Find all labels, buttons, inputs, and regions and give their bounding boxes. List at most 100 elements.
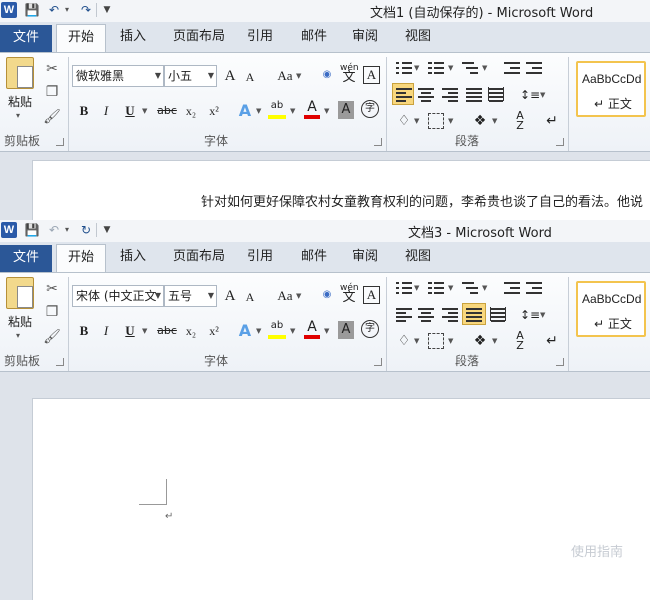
bullets-icon[interactable]	[396, 61, 412, 75]
highlight-button[interactable]: ab	[268, 99, 286, 119]
grow-font-button[interactable]: A	[222, 286, 238, 306]
tab-file[interactable]: 文件	[0, 25, 52, 52]
tab-page-layout[interactable]: 页面布局	[166, 24, 232, 52]
undo-icon[interactable]: ↶	[46, 2, 62, 18]
shading-dropdown-icon[interactable]: ▼	[414, 111, 419, 131]
align-center-icon[interactable]	[418, 87, 434, 102]
underline-dropdown-icon[interactable]: ▼	[142, 321, 147, 341]
tab-file[interactable]: 文件	[0, 245, 52, 272]
shrink-font-button[interactable]: A	[243, 287, 257, 307]
superscript-button[interactable]: x²	[205, 101, 223, 121]
tab-home[interactable]: 开始	[56, 24, 106, 53]
paragraph-launcher-icon[interactable]	[556, 358, 564, 366]
chinese-layout-icon[interactable]: ❖	[470, 331, 490, 351]
highlight-dropdown-icon[interactable]: ▼	[290, 101, 295, 121]
decrease-indent-icon[interactable]	[504, 61, 520, 75]
cut-icon[interactable]: ✂	[42, 59, 62, 79]
bullets-icon[interactable]	[396, 281, 412, 295]
justify-icon[interactable]	[466, 87, 482, 102]
multilevel-dropdown-icon[interactable]: ▼	[482, 278, 487, 298]
multilevel-dropdown-icon[interactable]: ▼	[482, 58, 487, 78]
bold-button[interactable]: B	[76, 101, 92, 121]
paragraph-launcher-icon[interactable]	[556, 138, 564, 146]
highlight-dropdown-icon[interactable]: ▼	[290, 321, 295, 341]
clipboard-launcher-icon[interactable]	[56, 358, 64, 366]
word-app-icon[interactable]: W	[1, 2, 17, 18]
increase-indent-icon[interactable]	[526, 61, 542, 75]
tab-references[interactable]: 引用	[240, 24, 280, 52]
character-border-button[interactable]: A	[363, 286, 380, 304]
shading-dropdown-icon[interactable]: ▼	[414, 331, 419, 351]
shading-icon[interactable]: ♢	[394, 111, 414, 131]
align-left-icon[interactable]	[396, 307, 412, 322]
numbering-dropdown-icon[interactable]: ▼	[448, 58, 453, 78]
tab-mailings[interactable]: 邮件	[294, 24, 334, 52]
change-case-button[interactable]: Aa	[274, 66, 296, 86]
shrink-font-button[interactable]: A	[243, 67, 257, 87]
document-page[interactable]: 针对如何更好保障农村女童教育权利的问题，李希贵也谈了自己的看法。他说	[32, 160, 650, 220]
tab-review[interactable]: 审阅	[345, 24, 385, 52]
bold-button[interactable]: B	[76, 321, 92, 341]
align-right-icon[interactable]	[442, 307, 458, 322]
line-spacing-dropdown-icon[interactable]: ▼	[540, 85, 545, 105]
save-icon[interactable]: 💾	[24, 2, 40, 18]
text-effects-icon[interactable]: A	[236, 101, 254, 121]
tab-view[interactable]: 视图	[398, 244, 438, 272]
font-size-combo[interactable]: 五号 ▼	[164, 285, 217, 307]
font-name-combo[interactable]: 微软雅黑 ▼	[72, 65, 164, 87]
save-icon[interactable]: 💾	[24, 222, 40, 238]
borders-dropdown-icon[interactable]: ▼	[448, 111, 453, 131]
sort-icon[interactable]: AZ	[510, 330, 530, 351]
tab-mailings[interactable]: 邮件	[294, 244, 334, 272]
style-normal[interactable]: AaBbCcDd ↵ 正文	[576, 281, 646, 337]
document-text[interactable]: 针对如何更好保障农村女童教育权利的问题，李希贵也谈了自己的看法。他说	[201, 191, 643, 210]
repeat-icon[interactable]: ↻	[78, 222, 94, 238]
change-case-button[interactable]: Aa	[274, 286, 296, 306]
paste-dropdown-icon[interactable]: ▾	[16, 331, 20, 340]
style-normal[interactable]: AaBbCcDd ↵ 正文	[576, 61, 646, 117]
font-name-combo[interactable]: 宋体 (中文正文 ▼	[72, 285, 164, 307]
redo-icon[interactable]: ↷	[78, 2, 94, 18]
underline-dropdown-icon[interactable]: ▼	[142, 101, 147, 121]
subscript-button[interactable]: x₂	[182, 321, 200, 341]
align-right-icon[interactable]	[442, 87, 458, 102]
font-size-combo[interactable]: 小五 ▼	[164, 65, 217, 87]
clear-format-icon[interactable]: ◉	[317, 65, 337, 85]
highlight-button[interactable]: ab	[268, 319, 286, 339]
clear-format-icon[interactable]: ◉	[317, 285, 337, 305]
decrease-indent-icon[interactable]	[504, 281, 520, 295]
font-color-dropdown-icon[interactable]: ▼	[324, 321, 329, 341]
customize-qat-icon[interactable]: ▼	[102, 2, 112, 18]
chinese-layout-dropdown-icon[interactable]: ▼	[492, 111, 497, 131]
multilevel-list-icon[interactable]	[462, 281, 478, 295]
paste-icon[interactable]	[6, 277, 34, 309]
italic-button[interactable]: I	[98, 101, 114, 121]
format-painter-icon[interactable]: 🖌	[42, 327, 62, 347]
copy-icon[interactable]: ❐	[42, 302, 62, 322]
phonetic-guide-button[interactable]: wén 文	[340, 283, 359, 304]
subscript-button[interactable]: x₂	[182, 101, 200, 121]
paste-button[interactable]: 粘贴	[8, 313, 32, 330]
underline-button[interactable]: U	[122, 101, 138, 121]
customize-qat-icon[interactable]: ▼	[102, 222, 112, 238]
line-spacing-dropdown-icon[interactable]: ▼	[540, 305, 545, 325]
line-spacing-icon[interactable]: ↕≡	[520, 85, 540, 105]
distributed-icon[interactable]	[488, 87, 504, 102]
borders-dropdown-icon[interactable]: ▼	[448, 331, 453, 351]
cut-icon[interactable]: ✂	[42, 279, 62, 299]
character-shading-button[interactable]: A	[338, 101, 354, 119]
font-launcher-icon[interactable]	[374, 358, 382, 366]
numbering-dropdown-icon[interactable]: ▼	[448, 278, 453, 298]
numbering-icon[interactable]	[428, 61, 444, 75]
paste-dropdown-icon[interactable]: ▾	[16, 111, 20, 120]
enclose-characters-button[interactable]: 字	[361, 320, 379, 338]
undo-dropdown-icon[interactable]: ▾	[63, 222, 71, 238]
justify-icon[interactable]	[466, 307, 482, 322]
tab-page-layout[interactable]: 页面布局	[166, 244, 232, 272]
format-painter-icon[interactable]: 🖌	[42, 107, 62, 127]
tab-insert[interactable]: 插入	[110, 24, 156, 52]
undo-dropdown-icon[interactable]: ▾	[63, 2, 71, 18]
distributed-icon[interactable]	[490, 307, 506, 322]
change-case-dropdown-icon[interactable]: ▼	[296, 66, 301, 86]
shading-icon[interactable]: ♢	[394, 331, 414, 351]
